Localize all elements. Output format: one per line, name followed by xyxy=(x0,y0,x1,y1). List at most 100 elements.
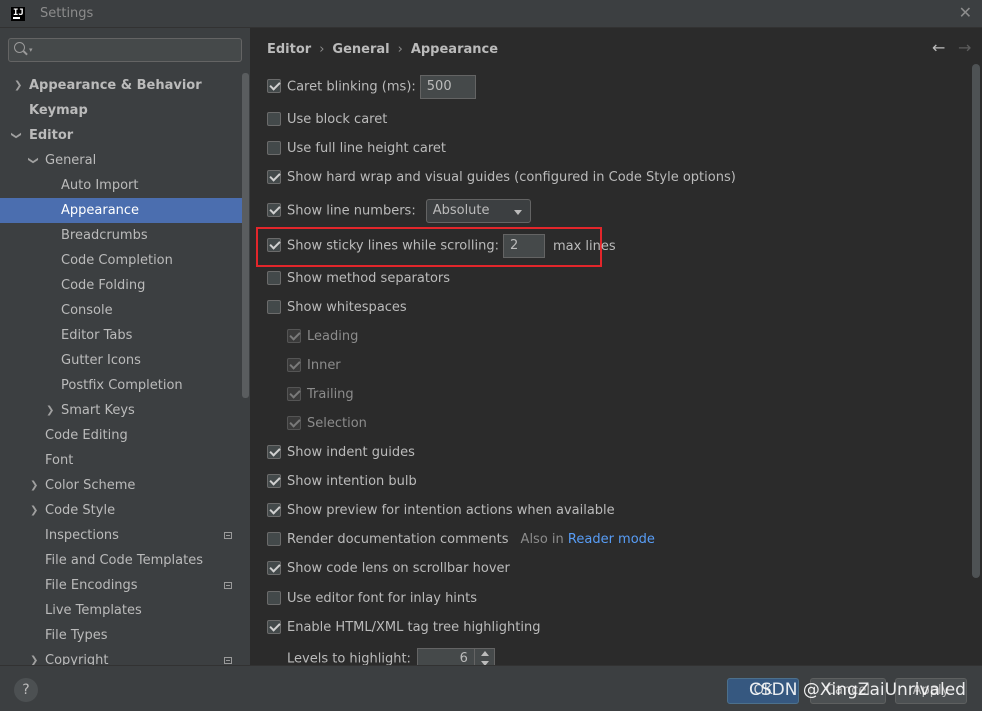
sidebar-item-label: Copyright xyxy=(45,653,109,665)
forward-arrow-icon: → xyxy=(958,38,972,57)
spinner-buttons[interactable] xyxy=(473,649,494,665)
line-numbers-checkbox[interactable] xyxy=(267,203,281,217)
help-icon[interactable]: ? xyxy=(14,678,38,702)
levels-spinner[interactable]: 6 xyxy=(416,648,495,665)
window-title: Settings xyxy=(40,6,94,21)
breadcrumb-separator: › xyxy=(319,42,325,57)
chevron-down-icon[interactable]: ❯ xyxy=(21,156,46,164)
sidebar-item-label: File and Code Templates xyxy=(45,553,203,568)
sidebar-item-code-completion[interactable]: Code Completion xyxy=(0,248,242,273)
trailing-label: Trailing xyxy=(307,387,354,402)
sidebar-item-smart-keys[interactable]: ❯ Smart Keys xyxy=(0,398,242,423)
sidebar-item-label: File Encodings xyxy=(45,578,138,593)
sidebar-item-postfix-completion[interactable]: Postfix Completion xyxy=(0,373,242,398)
chevron-down-icon[interactable]: ❯ xyxy=(4,131,29,139)
inner-label: Inner xyxy=(307,358,341,373)
back-arrow-icon[interactable]: ← xyxy=(932,38,945,57)
line-numbers-dropdown[interactable]: Absolute xyxy=(425,199,531,223)
sidebar-scrollbar[interactable] xyxy=(242,73,249,398)
close-icon[interactable]: ✕ xyxy=(959,3,972,22)
sidebar-item-code-editing[interactable]: Code Editing xyxy=(0,423,242,448)
inner-option: Inner xyxy=(287,355,341,377)
chevron-right-icon[interactable]: ❯ xyxy=(30,648,38,665)
chevron-right-icon[interactable]: ❯ xyxy=(30,498,38,523)
block-caret-option: Use block caret xyxy=(267,109,387,131)
caret-blinking-label: Caret blinking (ms): xyxy=(287,79,416,95)
sidebar-item-appearance-behavior[interactable]: ❯ Appearance & Behavior xyxy=(0,73,242,98)
chevron-right-icon[interactable]: ❯ xyxy=(46,398,54,423)
sidebar-item-inspections[interactable]: Inspections xyxy=(0,523,242,548)
sidebar-item-file-encodings[interactable]: File Encodings xyxy=(0,573,242,598)
breadcrumb-item: General xyxy=(332,42,390,57)
sidebar-item-font[interactable]: Font xyxy=(0,448,242,473)
sticky-lines-input[interactable]: 2 xyxy=(502,234,545,258)
leading-checkbox xyxy=(287,328,301,343)
selection-option: Selection xyxy=(287,413,367,435)
block-caret-checkbox[interactable] xyxy=(267,111,281,126)
chevron-right-icon[interactable]: ❯ xyxy=(30,473,38,498)
breadcrumb: Editor › General › Appearance xyxy=(267,42,498,57)
sidebar-item-breadcrumbs[interactable]: Breadcrumbs xyxy=(0,223,242,248)
sidebar-item-code-style[interactable]: ❯ Code Style xyxy=(0,498,242,523)
spinner-up-icon[interactable] xyxy=(480,651,489,656)
levels-option: Levels to highlight: 6 xyxy=(287,648,495,665)
sidebar-item-auto-import[interactable]: Auto Import xyxy=(0,173,242,198)
sidebar-item-file-types[interactable]: File Types xyxy=(0,623,242,648)
indent-guides-checkbox[interactable] xyxy=(267,444,281,459)
leading-option: Leading xyxy=(287,326,358,348)
full-line-caret-option: Use full line height caret xyxy=(267,138,446,160)
search-options-caret-icon[interactable]: ▾ xyxy=(29,46,33,54)
tag-tree-option: Enable HTML/XML tag tree highlighting xyxy=(267,617,540,639)
full-line-caret-label: Use full line height caret xyxy=(287,141,447,156)
sidebar-item-keymap[interactable]: Keymap xyxy=(0,98,242,123)
sidebar-item-label: Postfix Completion xyxy=(61,378,183,393)
inlay-font-option: Use editor font for inlay hints xyxy=(267,588,477,610)
sidebar-item-gutter-icons[interactable]: Gutter Icons xyxy=(0,348,242,373)
apply-button[interactable]: Apply xyxy=(895,678,967,704)
selection-checkbox xyxy=(287,415,301,430)
sidebar-item-console[interactable]: Console xyxy=(0,298,242,323)
inlay-font-checkbox[interactable] xyxy=(267,590,281,605)
method-separators-label: Show method separators xyxy=(287,271,451,286)
sidebar-item-color-scheme[interactable]: ❯ Color Scheme xyxy=(0,473,242,498)
settings-content: Editor › General › Appearance ← → Caret blin… xyxy=(250,28,982,665)
reader-mode-link[interactable]: Reader mode xyxy=(568,532,655,547)
tag-tree-checkbox[interactable] xyxy=(267,619,281,634)
preview-intention-checkbox[interactable] xyxy=(267,502,281,517)
intention-bulb-checkbox[interactable] xyxy=(267,473,281,488)
code-lens-checkbox[interactable] xyxy=(267,560,281,575)
intellij-logo-icon: IJ xyxy=(10,6,26,22)
sidebar-item-file-code-templates[interactable]: File and Code Templates xyxy=(0,548,242,573)
whitespaces-checkbox[interactable] xyxy=(267,299,281,314)
sidebar-item-appearance[interactable]: Appearance xyxy=(0,198,242,223)
render-docs-checkbox[interactable] xyxy=(267,531,281,546)
render-docs-hint: Also in xyxy=(520,532,564,547)
chevron-right-icon[interactable]: ❯ xyxy=(14,73,22,98)
sidebar-item-label: Appearance & Behavior xyxy=(29,78,202,93)
sticky-lines-checkbox[interactable] xyxy=(267,238,281,252)
caret-blinking-input[interactable]: 500 xyxy=(419,75,476,99)
sidebar-item-code-folding[interactable]: Code Folding xyxy=(0,273,242,298)
sidebar-item-editor[interactable]: ❯ Editor xyxy=(0,123,242,148)
settings-sidebar: ▾ ❯ Appearance & Behavior Keymap ❯ Edito… xyxy=(0,28,250,665)
chevron-down-icon xyxy=(513,210,522,215)
ok-button[interactable]: OK xyxy=(727,678,799,704)
hard-wrap-checkbox[interactable] xyxy=(267,169,281,184)
hard-wrap-option: Show hard wrap and visual guides (config… xyxy=(267,167,736,189)
whitespaces-option: Show whitespaces xyxy=(267,297,407,319)
content-scrollbar[interactable] xyxy=(972,64,980,578)
sidebar-item-label: Breadcrumbs xyxy=(61,228,148,243)
cancel-button[interactable]: Cancel xyxy=(810,678,886,704)
sidebar-item-live-templates[interactable]: Live Templates xyxy=(0,598,242,623)
levels-label: Levels to highlight: xyxy=(287,651,411,666)
caret-blinking-checkbox[interactable] xyxy=(267,79,281,93)
full-line-caret-checkbox[interactable] xyxy=(267,140,281,155)
sidebar-item-editor-tabs[interactable]: Editor Tabs xyxy=(0,323,242,348)
search-input[interactable]: ▾ xyxy=(8,38,242,62)
sidebar-item-label: Code Folding xyxy=(61,278,146,293)
block-caret-label: Use block caret xyxy=(287,112,388,127)
sidebar-item-copyright[interactable]: ❯ Copyright xyxy=(0,648,242,665)
sidebar-item-general[interactable]: ❯ General xyxy=(0,148,242,173)
method-separators-checkbox[interactable] xyxy=(267,270,281,285)
tag-tree-label: Enable HTML/XML tag tree highlighting xyxy=(287,620,541,635)
